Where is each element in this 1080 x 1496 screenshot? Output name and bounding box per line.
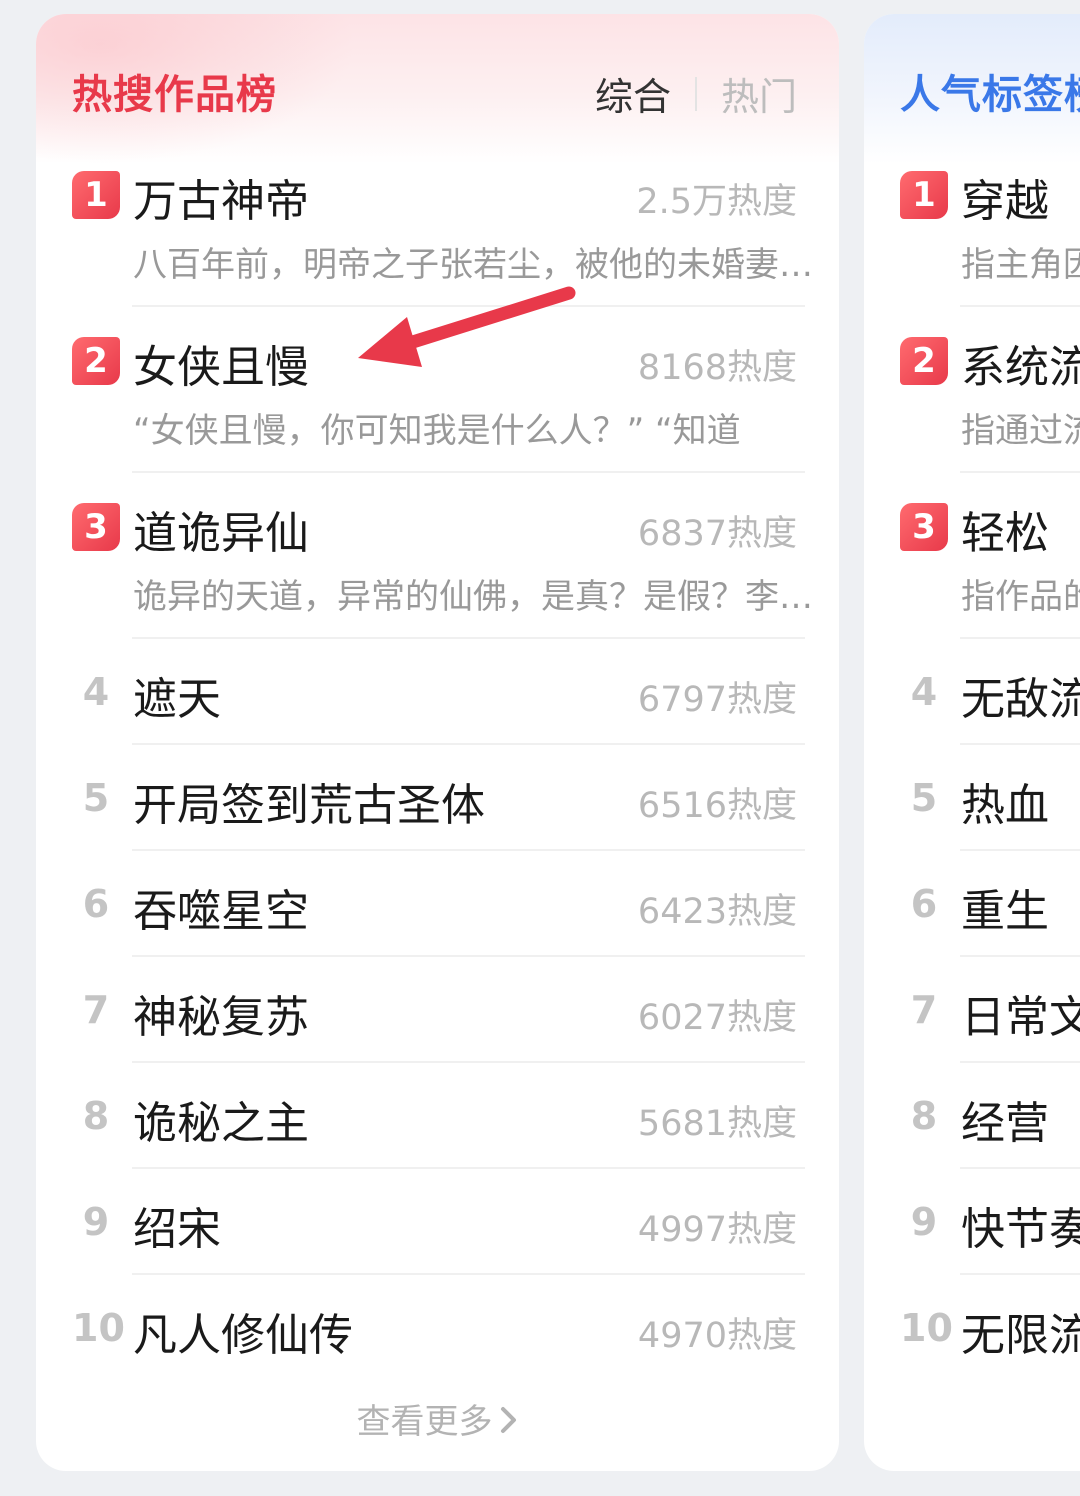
book-title: 吞噬星空 <box>133 886 309 937</box>
rank-number: 10 <box>900 1306 953 1350</box>
book-title: 万古神帝 <box>133 176 309 227</box>
tag-title: 穿越 <box>961 176 1049 227</box>
book-title: 开局签到荒古圣体 <box>133 780 485 831</box>
rank-item-2[interactable]: 2 女侠且慢 8168热度 “女侠且慢，你可知我是什么人？” “知道 <box>36 307 839 473</box>
card-title: 人气标签榜 <box>900 72 1080 118</box>
tag-item-10[interactable]: 10 无限流 <box>864 1275 1080 1381</box>
heat-value: 2.5万热度 <box>636 182 797 222</box>
rank-item-4[interactable]: 4 遮天 6797热度 <box>36 639 839 745</box>
book-title: 神秘复苏 <box>133 992 309 1043</box>
tag-title: 轻松 <box>961 508 1049 559</box>
rank-number: 8 <box>910 1094 938 1138</box>
rank-number: 10 <box>72 1306 125 1350</box>
rank-number: 5 <box>82 776 110 820</box>
rank-item-7[interactable]: 7 神秘复苏 6027热度 <box>36 957 839 1063</box>
tag-item-4[interactable]: 4 无敌流 <box>864 639 1080 745</box>
screen: 热搜作品榜 综合 热门 1 万古神帝 2.5万热度 八百年前，明帝之子张若尘，被… <box>0 0 1080 1496</box>
book-description: 八百年前，明帝之子张若尘，被他的未婚妻池瑶公主杀死 <box>133 245 817 285</box>
book-title: 道诡异仙 <box>133 508 309 559</box>
tag-description: 指通过流 <box>961 411 1080 451</box>
tag-rank-list: 1 穿越 指主角因 2 系统流 指通过流 3 轻松 指作品的 4 无敌流 <box>864 141 1080 1381</box>
tag-item-2[interactable]: 2 系统流 指通过流 <box>864 307 1080 473</box>
book-description: “女侠且慢，你可知我是什么人？” “知道 <box>133 411 741 451</box>
tag-title: 经营 <box>961 1098 1049 1149</box>
tag-title: 无敌流 <box>961 674 1080 725</box>
rank-number: 9 <box>82 1200 110 1244</box>
view-more-label: 查看更多 <box>356 1402 493 1442</box>
heat-value: 8168热度 <box>637 348 797 388</box>
heat-value: 6797热度 <box>637 680 797 720</box>
card-title: 热搜作品榜 <box>72 72 277 118</box>
rank-number: 6 <box>910 882 938 926</box>
heat-value: 6516热度 <box>637 786 797 826</box>
rank-number: 7 <box>910 988 938 1032</box>
tab-divider <box>694 76 697 111</box>
popular-tags-card: 人气标签榜 1 穿越 指主角因 2 系统流 指通过流 3 轻松 指作品的 4 <box>864 14 1080 1471</box>
tag-title: 系统流 <box>961 342 1080 393</box>
heat-value: 6423热度 <box>637 892 797 932</box>
rank-item-10[interactable]: 10 凡人修仙传 4970热度 <box>36 1275 839 1381</box>
rank-badge: 1 <box>72 171 120 219</box>
tag-item-8[interactable]: 8 经营 <box>864 1063 1080 1169</box>
tag-item-7[interactable]: 7 日常文 <box>864 957 1080 1063</box>
rank-item-9[interactable]: 9 绍宋 4997热度 <box>36 1169 839 1275</box>
rank-item-3[interactable]: 3 道诡异仙 6837热度 诡异的天道，异常的仙佛，是真？是假？李火旺 <box>36 473 839 639</box>
tag-title: 快节奏 <box>961 1204 1080 1255</box>
tag-title: 重生 <box>961 886 1049 937</box>
tag-description: 指作品的 <box>961 577 1080 617</box>
heat-value: 6837热度 <box>637 514 797 554</box>
rank-list: 1 万古神帝 2.5万热度 八百年前，明帝之子张若尘，被他的未婚妻池瑶公主杀死 … <box>36 141 839 1381</box>
rank-item-8[interactable]: 8 诡秘之主 5681热度 <box>36 1063 839 1169</box>
tag-item-9[interactable]: 9 快节奏 <box>864 1169 1080 1275</box>
rank-badge: 2 <box>72 337 120 385</box>
tab-comprehensive[interactable]: 综合 <box>595 66 671 121</box>
book-title: 诡秘之主 <box>133 1098 309 1149</box>
tag-item-5[interactable]: 5 热血 <box>864 745 1080 851</box>
book-title: 遮天 <box>133 674 221 725</box>
tag-title: 无限流 <box>961 1310 1080 1361</box>
tag-item-3[interactable]: 3 轻松 指作品的 <box>864 473 1080 639</box>
heat-value: 4970热度 <box>637 1316 797 1356</box>
rank-item-5[interactable]: 5 开局签到荒古圣体 6516热度 <box>36 745 839 851</box>
rank-number: 8 <box>82 1094 110 1138</box>
heat-value: 5681热度 <box>637 1104 797 1144</box>
rank-badge: 3 <box>900 503 948 551</box>
rank-number: 9 <box>910 1200 938 1244</box>
book-description: 诡异的天道，异常的仙佛，是真？是假？李火旺 <box>133 577 817 617</box>
rank-item-1[interactable]: 1 万古神帝 2.5万热度 八百年前，明帝之子张若尘，被他的未婚妻池瑶公主杀死 <box>36 141 839 307</box>
book-title: 绍宋 <box>133 1204 221 1255</box>
rank-item-6[interactable]: 6 吞噬星空 6423热度 <box>36 851 839 957</box>
rank-badge: 2 <box>900 337 948 385</box>
heat-value: 4997热度 <box>637 1210 797 1250</box>
tag-title: 热血 <box>961 780 1049 831</box>
tab-popular[interactable]: 热门 <box>721 66 797 121</box>
heat-value: 6027热度 <box>637 998 797 1038</box>
tag-item-6[interactable]: 6 重生 <box>864 851 1080 957</box>
rank-number: 4 <box>82 670 110 714</box>
rank-number: 6 <box>82 882 110 926</box>
rank-number: 4 <box>910 670 938 714</box>
rank-number: 7 <box>82 988 110 1032</box>
hot-search-works-card: 热搜作品榜 综合 热门 1 万古神帝 2.5万热度 八百年前，明帝之子张若尘，被… <box>36 14 839 1471</box>
tag-item-1[interactable]: 1 穿越 指主角因 <box>864 141 1080 307</box>
chevron-right-icon <box>499 1404 519 1444</box>
tag-description: 指主角因 <box>961 245 1080 285</box>
rank-badge: 1 <box>900 171 948 219</box>
tag-title: 日常文 <box>961 992 1080 1043</box>
book-title: 女侠且慢 <box>133 342 309 393</box>
tab-bar: 综合 热门 <box>595 66 797 121</box>
view-more-link[interactable]: 查看更多 <box>36 1394 839 1444</box>
rank-number: 5 <box>910 776 938 820</box>
book-title: 凡人修仙传 <box>133 1310 353 1361</box>
rank-badge: 3 <box>72 503 120 551</box>
